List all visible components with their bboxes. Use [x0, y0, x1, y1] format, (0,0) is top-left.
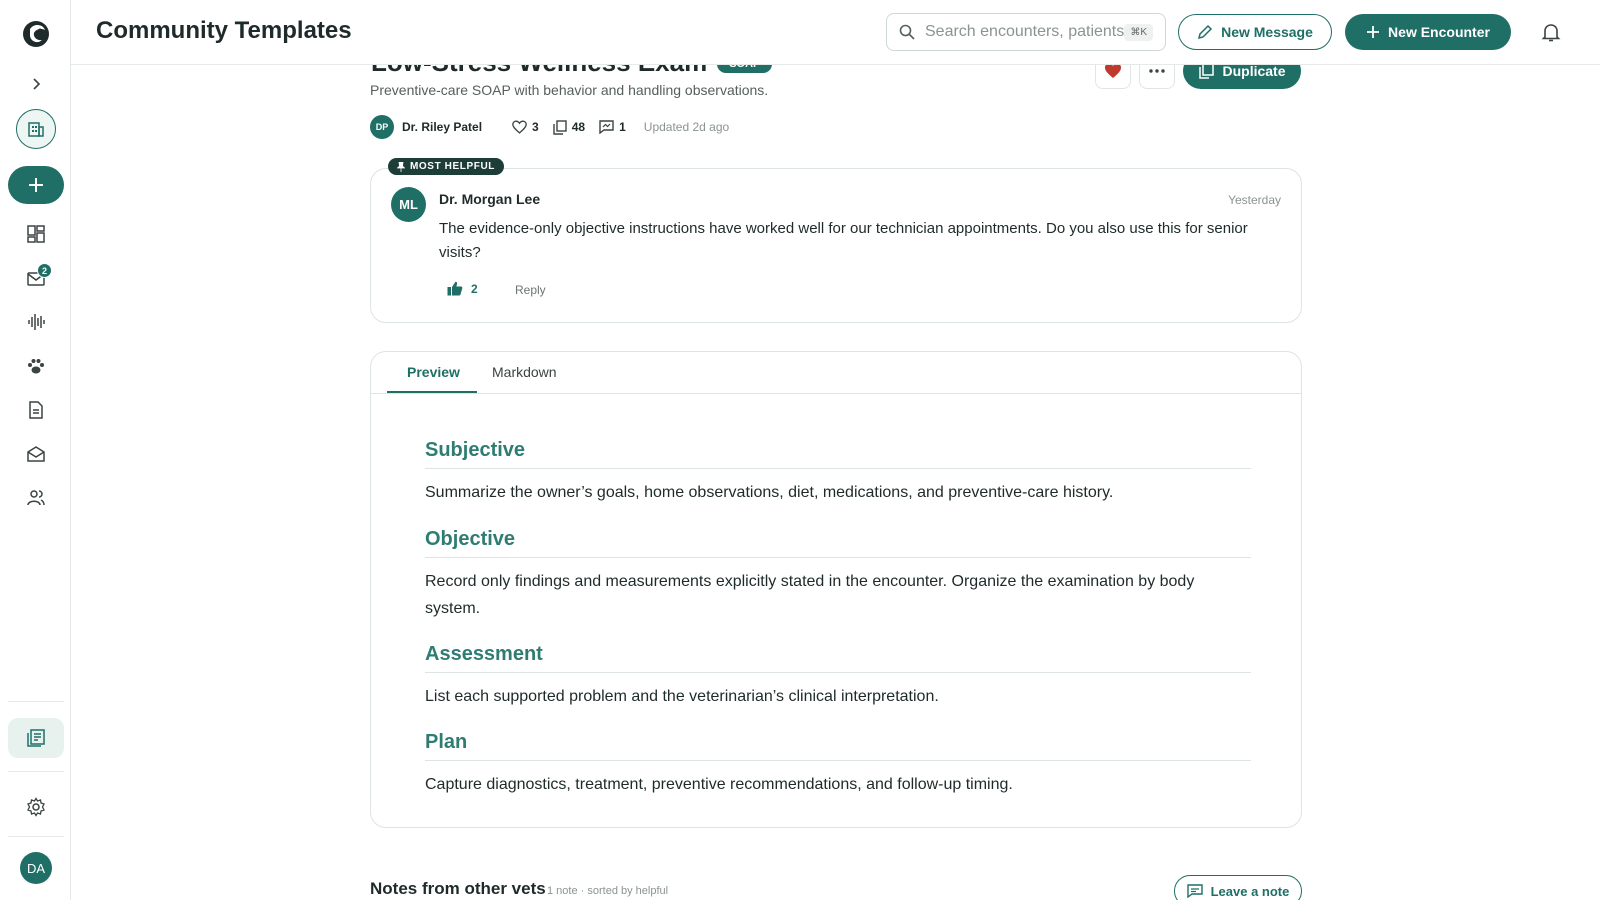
sidebar: 2 DA — [0, 0, 71, 900]
section-subjective: Subjective Summarize the owner’s goals, … — [425, 439, 1251, 506]
more-options-button[interactable] — [1139, 65, 1175, 89]
sidebar-divider — [8, 771, 64, 772]
comments-stat: 1 — [599, 120, 626, 134]
comments-count: 1 — [619, 120, 626, 134]
user-avatar[interactable]: DA — [20, 852, 52, 884]
heart-outline-icon — [512, 120, 527, 134]
team-icon[interactable] — [18, 480, 54, 516]
app-logo-icon[interactable] — [18, 15, 54, 51]
leave-note-button[interactable]: Leave a note — [1174, 875, 1302, 900]
template-type-badge: SOAP — [717, 65, 773, 74]
template-description: Preventive-care SOAP with behavior and h… — [370, 82, 769, 98]
tab-preview[interactable]: Preview — [407, 364, 460, 380]
section-text: Summarize the owner’s goals, home observ… — [425, 484, 1114, 501]
search-box[interactable]: ⌘K — [886, 13, 1166, 51]
template-title-text: Low-Stress Wellness Exam — [371, 65, 707, 77]
notes-title: Notes from other vets — [370, 879, 546, 898]
notifications-bell-icon[interactable] — [1539, 20, 1563, 44]
section-text: List each supported problem and the vete… — [425, 688, 939, 705]
likes-count: 3 — [532, 120, 539, 134]
comment-like-count: 2 — [471, 281, 478, 296]
most-helpful-comment: MOST HELPFUL ML Dr. Morgan Lee Yesterday… — [370, 158, 1302, 323]
new-encounter-button[interactable]: New Encounter — [1345, 14, 1511, 50]
messages-icon[interactable] — [18, 436, 54, 472]
inbox-icon[interactable]: 2 — [18, 260, 54, 296]
comment-body: The evidence-only objective instructions… — [439, 220, 1248, 261]
editor-tabs: Preview Markdown — [371, 352, 1301, 394]
note-icon — [1186, 884, 1203, 898]
thumbs-up-icon — [447, 281, 463, 296]
comment-time: Yesterday — [1228, 193, 1281, 207]
clinic-switcher-icon[interactable] — [16, 109, 56, 149]
tab-markdown[interactable]: Markdown — [492, 364, 557, 380]
notes-subtitle: 1 note · sorted by helpful — [547, 885, 669, 897]
section-plan: Plan Capture diagnostics, treatment, pre… — [425, 731, 1251, 798]
section-text: Record only findings and measurements ex… — [425, 573, 1195, 617]
more-dots-icon — [1149, 69, 1165, 73]
copies-count: 48 — [571, 120, 586, 134]
author-name[interactable]: Dr. Riley Patel — [402, 120, 482, 134]
likes-stat: 3 — [512, 120, 539, 134]
comment-like-button[interactable]: 2 — [447, 281, 478, 296]
sidebar-divider — [8, 701, 64, 702]
top-header: Community Templates ⌘K New Message New E… — [71, 0, 1600, 65]
new-encounter-label: New Encounter — [1388, 24, 1490, 40]
settings-gear-icon[interactable] — [18, 789, 54, 825]
pin-icon — [397, 161, 405, 172]
search-input[interactable] — [925, 23, 1125, 41]
pencil-icon — [1198, 24, 1213, 40]
new-message-label: New Message — [1221, 24, 1313, 40]
dashboard-icon[interactable] — [18, 216, 54, 252]
template-meta: DP Dr. Riley Patel 3 48 1 Updated 2d ago — [370, 115, 729, 139]
section-heading: Plan — [425, 731, 1251, 761]
commenter-avatar: ML — [391, 187, 426, 222]
copies-stat: 48 — [553, 119, 586, 135]
section-heading: Assessment — [425, 643, 1251, 673]
audio-waveform-icon[interactable] — [18, 304, 54, 340]
section-assessment: Assessment List each supported problem a… — [425, 643, 1251, 710]
section-heading: Subjective — [425, 439, 1251, 469]
section-text: Capture diagnostics, treatment, preventi… — [425, 776, 1013, 793]
sidebar-divider — [8, 836, 64, 837]
reply-button[interactable]: Reply — [515, 283, 546, 297]
page-title: Community Templates — [96, 17, 352, 44]
patients-paw-icon[interactable] — [18, 348, 54, 384]
template-editor: Preview Markdown Subjective Summarize th… — [370, 351, 1302, 828]
leave-note-label: Leave a note — [1210, 883, 1290, 899]
documents-icon[interactable] — [18, 392, 54, 428]
favorite-button[interactable] — [1095, 65, 1131, 89]
section-objective: Objective Record only findings and measu… — [425, 528, 1251, 622]
copy-outline-icon — [553, 119, 567, 135]
search-shortcut: ⌘K — [1124, 23, 1153, 41]
templates-icon[interactable] — [8, 718, 64, 758]
search-icon — [899, 24, 915, 40]
duplicate-button[interactable]: Duplicate — [1183, 65, 1301, 89]
add-button[interactable] — [8, 166, 64, 204]
copy-icon — [1199, 65, 1215, 79]
main-content: Low-Stress Wellness Exam SOAP Duplicate P… — [71, 65, 1600, 900]
active-tab-indicator — [387, 391, 477, 393]
section-heading: Objective — [425, 528, 1251, 558]
template-title: Low-Stress Wellness Exam SOAP — [371, 65, 773, 78]
new-message-button[interactable]: New Message — [1178, 14, 1332, 50]
plus-icon — [1367, 26, 1380, 38]
comment-icon — [599, 120, 614, 134]
updated-time: Updated 2d ago — [643, 120, 730, 134]
most-helpful-badge: MOST HELPFUL — [388, 158, 504, 175]
heart-filled-icon — [1105, 65, 1121, 78]
commenter-name[interactable]: Dr. Morgan Lee — [439, 191, 540, 207]
duplicate-label: Duplicate — [1222, 65, 1286, 79]
expand-sidebar-icon[interactable] — [18, 66, 54, 102]
most-helpful-label: MOST HELPFUL — [410, 161, 495, 172]
author-avatar: DP — [370, 115, 394, 139]
inbox-badge: 2 — [37, 263, 52, 278]
